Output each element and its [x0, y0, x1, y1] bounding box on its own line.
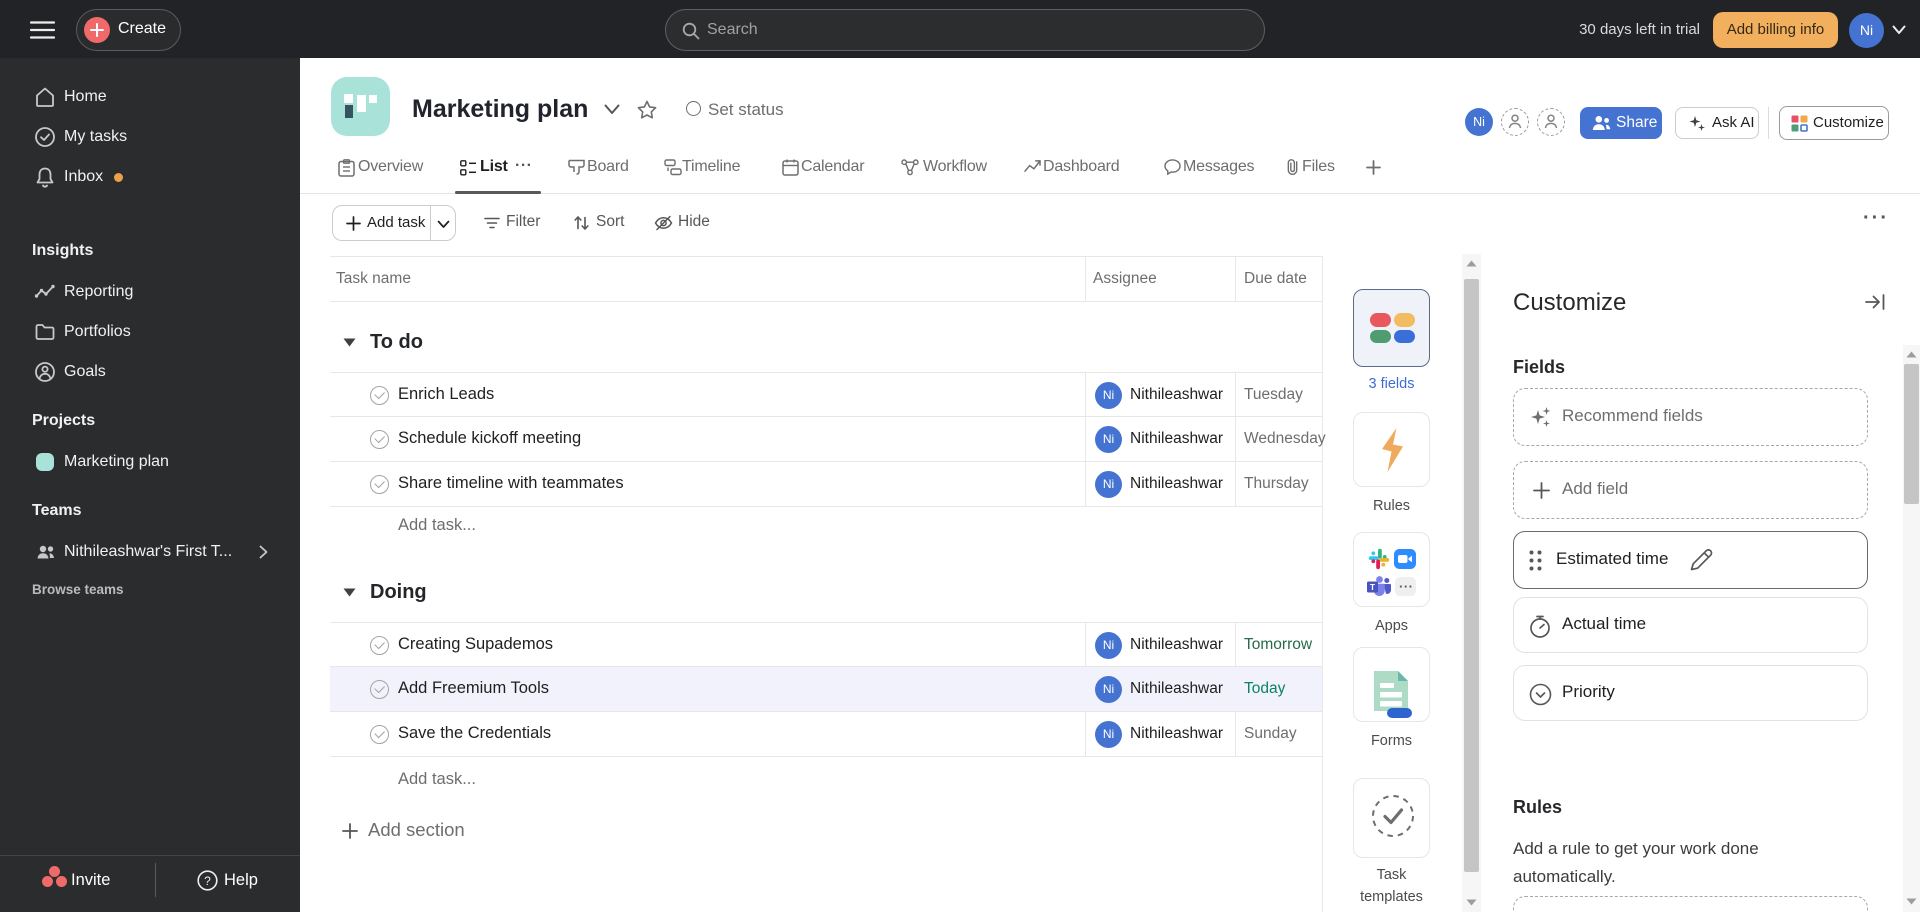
svg-text:?: ? [204, 874, 211, 888]
svg-text:T: T [1370, 582, 1376, 592]
